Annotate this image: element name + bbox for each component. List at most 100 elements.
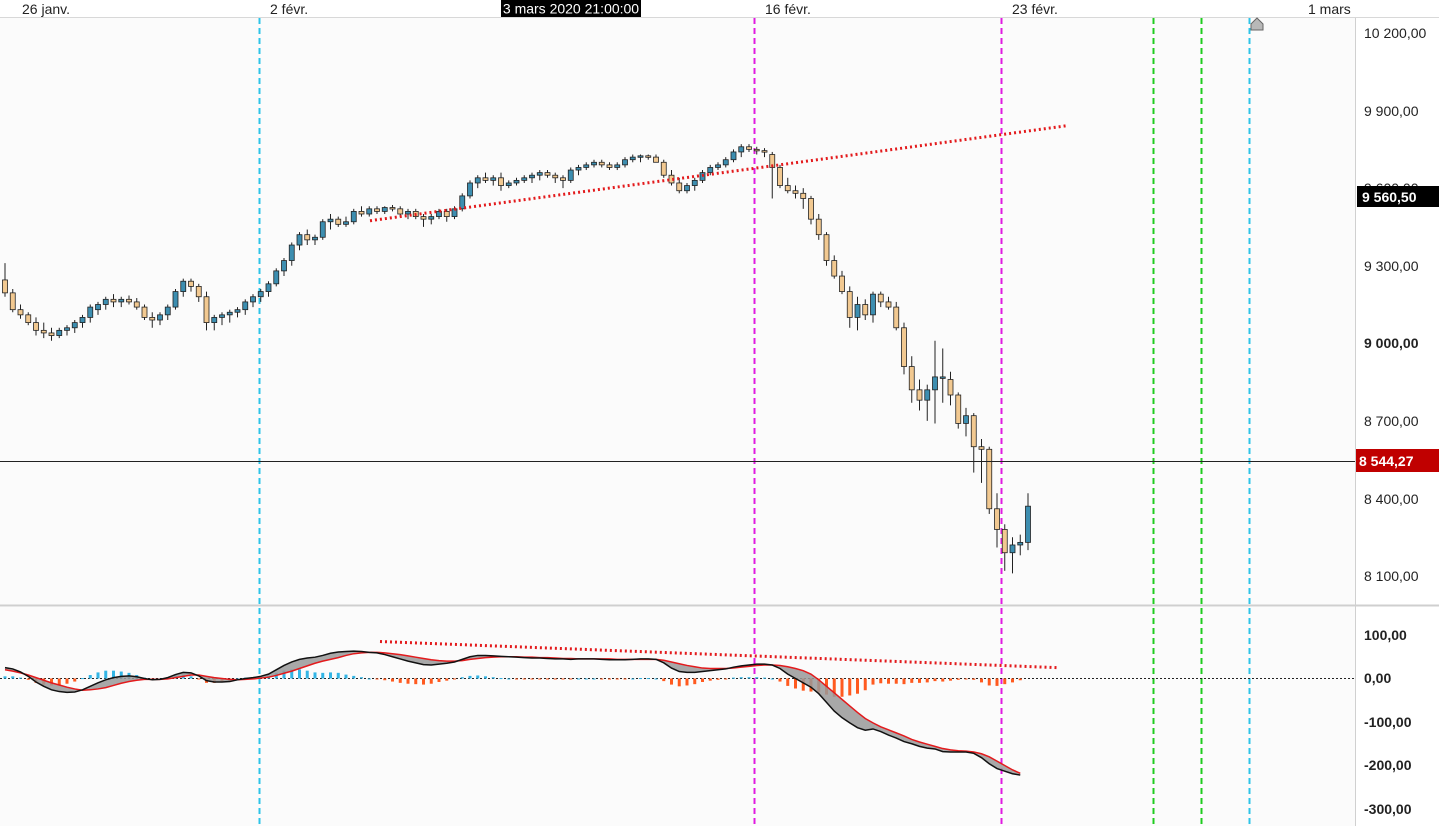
candle-body bbox=[1025, 505, 1031, 543]
candle-body bbox=[281, 260, 287, 272]
macd-histogram-bar bbox=[902, 678, 906, 685]
macd-histogram-bar bbox=[732, 677, 735, 679]
macd-histogram-bar bbox=[96, 672, 100, 679]
candle-body bbox=[474, 177, 481, 184]
macd-y-tick-label: -100,00 bbox=[1364, 714, 1412, 730]
candle bbox=[350, 208, 357, 225]
candle-body bbox=[994, 508, 1000, 530]
candle-body bbox=[467, 182, 473, 197]
candle-body bbox=[33, 322, 39, 331]
candle-body bbox=[56, 329, 63, 336]
macd-histogram-bar bbox=[429, 678, 433, 684]
y-tick-label: 9 300,00 bbox=[1364, 258, 1419, 274]
candle-body bbox=[978, 446, 985, 450]
macd-histogram-bar bbox=[88, 675, 92, 679]
macd-histogram-bar bbox=[321, 672, 325, 679]
macd-histogram-bar bbox=[918, 678, 921, 683]
candle bbox=[660, 159, 667, 178]
candle-body bbox=[397, 208, 404, 215]
candle bbox=[777, 164, 783, 189]
macd-histogram-bar bbox=[522, 678, 526, 680]
macd-histogram-bar bbox=[422, 678, 425, 685]
candle-body bbox=[250, 296, 256, 303]
candle-body bbox=[513, 179, 520, 184]
chart-container[interactable]: 26 janv. 2 févr. 16 févr. 23 févr. 1 mar… bbox=[0, 0, 1439, 826]
candle-body bbox=[560, 177, 566, 181]
candle-body bbox=[195, 285, 202, 298]
candle-body bbox=[296, 234, 303, 246]
candle-body bbox=[839, 275, 845, 292]
macd-histogram-bar bbox=[631, 678, 635, 680]
x-tick-label: 1 mars bbox=[1308, 1, 1351, 17]
macd-histogram-bar bbox=[654, 678, 658, 680]
candle bbox=[567, 167, 574, 183]
candle-body bbox=[808, 198, 814, 220]
candle-body bbox=[676, 182, 683, 192]
candle bbox=[467, 180, 473, 199]
macd-panel[interactable] bbox=[0, 607, 1355, 826]
candle-body bbox=[358, 211, 365, 215]
candle-body bbox=[660, 161, 667, 176]
macd-histogram-bar bbox=[794, 678, 797, 689]
macd-histogram-bar bbox=[313, 672, 317, 679]
macd-histogram-bar bbox=[383, 678, 387, 681]
macd-histogram-bar bbox=[856, 678, 859, 694]
candle-body bbox=[1001, 529, 1008, 554]
macd-histogram-bar bbox=[716, 678, 720, 680]
candle-body bbox=[521, 177, 528, 181]
macd-histogram-bar bbox=[577, 678, 580, 680]
candle-body bbox=[815, 218, 822, 236]
macd-histogram-bar bbox=[685, 678, 689, 686]
candle-body bbox=[335, 218, 342, 225]
candle-body bbox=[846, 291, 853, 318]
candle-body bbox=[304, 234, 311, 241]
candle-body bbox=[955, 394, 962, 424]
macd-histogram-bar bbox=[639, 678, 642, 680]
price-panel[interactable] bbox=[0, 18, 1355, 605]
macd-histogram-bar bbox=[677, 678, 681, 687]
y-tick-label: 8 700,00 bbox=[1364, 413, 1419, 429]
chart-svg[interactable]: 26 janv. 2 févr. 16 févr. 23 févr. 1 mar… bbox=[0, 0, 1439, 826]
macd-histogram-bar bbox=[189, 676, 193, 679]
macd-histogram-bar bbox=[1011, 678, 1014, 683]
macd-histogram-bar bbox=[484, 676, 487, 679]
macd-histogram-bar bbox=[670, 678, 673, 685]
macd-histogram-bar bbox=[662, 678, 666, 682]
y-tick-label: 8 400,00 bbox=[1364, 491, 1419, 507]
macd-histogram-bar bbox=[3, 676, 7, 679]
candle-body bbox=[536, 172, 543, 176]
candle-body bbox=[203, 296, 210, 324]
macd-histogram-bar bbox=[980, 678, 983, 683]
candle-body bbox=[180, 280, 187, 292]
candle-body bbox=[567, 169, 574, 181]
candle-body bbox=[164, 306, 171, 316]
macd-histogram-bar bbox=[26, 678, 30, 680]
candle-body bbox=[420, 216, 427, 220]
macd-histogram-bar bbox=[453, 678, 456, 680]
macd-histogram-bar bbox=[104, 670, 108, 679]
macd-histogram-bar bbox=[336, 672, 340, 679]
candle-body bbox=[591, 161, 597, 166]
candle-body bbox=[482, 177, 489, 181]
candle-body bbox=[498, 177, 504, 186]
x-axis: 26 janv. 2 févr. 16 févr. 23 févr. 1 mar… bbox=[22, 1, 1351, 17]
candle-body bbox=[172, 291, 179, 308]
x-tick-label: 16 févr. bbox=[765, 1, 811, 17]
candle-body bbox=[722, 159, 729, 166]
candle-body bbox=[126, 298, 132, 303]
candle-body bbox=[924, 389, 931, 401]
candle-body bbox=[986, 448, 993, 510]
candle-body bbox=[1017, 541, 1024, 546]
candle-body bbox=[1009, 544, 1016, 554]
cursor-time-label: 3 mars 2020 21:00:00 bbox=[501, 0, 641, 17]
candle-body bbox=[265, 283, 272, 292]
candle-body bbox=[598, 161, 605, 166]
macd-histogram-bar bbox=[499, 678, 503, 680]
candle-body bbox=[343, 221, 349, 225]
macd-histogram-bar bbox=[561, 678, 565, 680]
candle-body bbox=[645, 155, 652, 158]
candle-body bbox=[366, 208, 373, 215]
y-tick-label: 8 100,00 bbox=[1364, 568, 1419, 584]
y-tick-label: 10 200,00 bbox=[1364, 25, 1426, 41]
candle-body bbox=[854, 304, 861, 318]
